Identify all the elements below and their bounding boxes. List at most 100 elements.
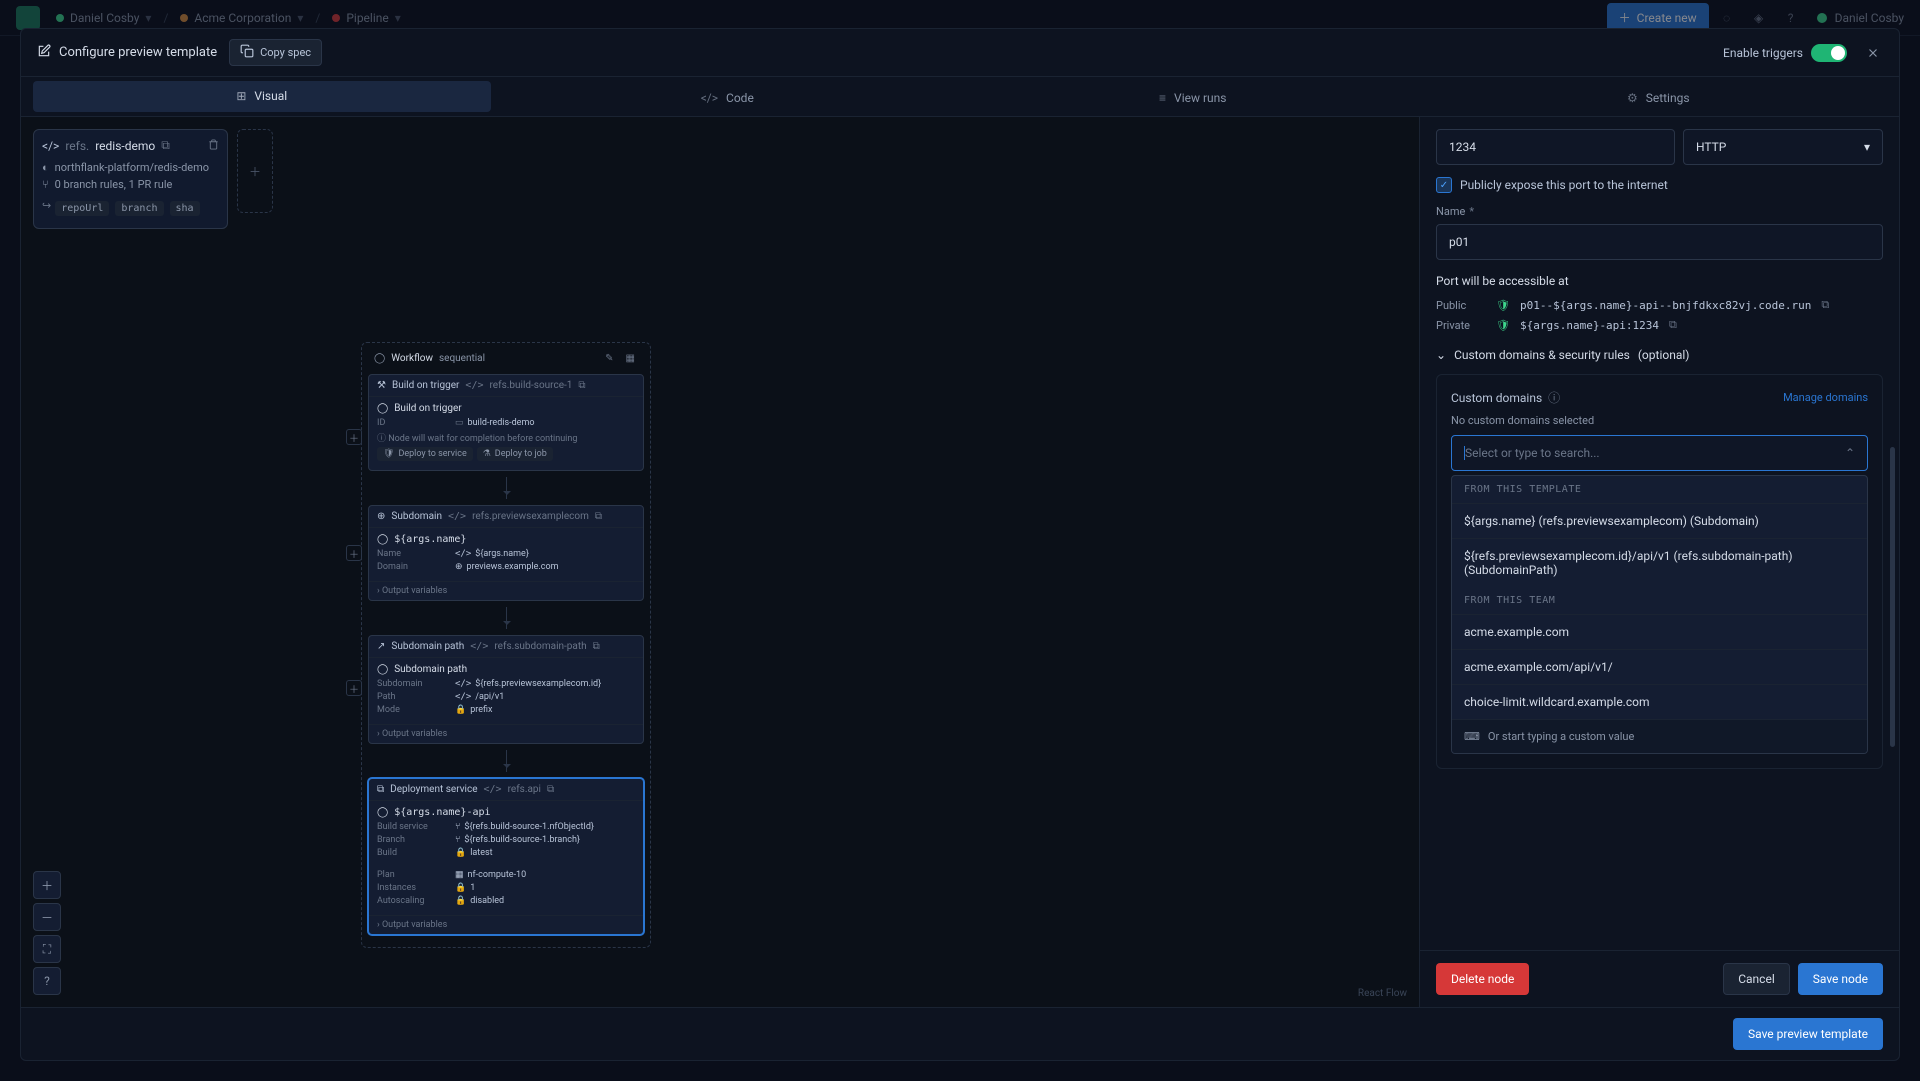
tab-visual[interactable]: ⊞Visual (33, 81, 491, 112)
output-variables-toggle[interactable]: › Output variables (369, 915, 643, 934)
github-icon: ◐ (42, 161, 49, 174)
workflow-node-build[interactable]: ⚒Build on trigger</> refs.build-source-1… (368, 374, 644, 471)
build-icon: ⚒ (377, 380, 386, 391)
tab-settings[interactable]: ⚙Settings (1430, 81, 1888, 116)
copy-icon[interactable]: ⧉ (161, 138, 170, 153)
chevron-down-icon: ▾ (1864, 140, 1870, 154)
enable-triggers-toggle[interactable] (1811, 44, 1847, 62)
user-menu[interactable]: Daniel Cosby (1817, 11, 1904, 25)
workflow-canvas[interactable]: </> refs.redis-demo ⧉ ◐northflank-platfo… (21, 117, 1419, 1007)
dropdown-option[interactable]: choice-limit.wildcard.example.com (1452, 684, 1867, 719)
ref-icon: </> (42, 139, 59, 153)
custom-domains-title: Custom domainsⓘ (1451, 389, 1560, 406)
breadcrumb-org[interactable]: Acme Corporation▾ (172, 7, 311, 29)
dropdown-option[interactable]: ${refs.previewsexamplecom.id}/api/v1 (re… (1452, 538, 1867, 587)
public-url: p01--${args.name}-api--bnjfdkxc82vj.code… (1520, 299, 1811, 312)
output-variables-toggle[interactable]: › Output variables (369, 724, 643, 743)
zoom-out-button[interactable]: － (33, 903, 61, 931)
repo-label: ◐northflank-platform/redis-demo (42, 161, 219, 174)
expose-checkbox[interactable]: ✓ (1436, 177, 1452, 193)
enable-triggers-label: Enable triggers (1723, 46, 1803, 60)
service-icon: ⧉ (377, 784, 384, 795)
add-node-button[interactable]: ＋ (346, 429, 362, 445)
workflow-node-subdomain-path[interactable]: ↗Subdomain path</> refs.subdomain-path ⧉… (368, 635, 644, 744)
dropdown-option[interactable]: acme.example.com (1452, 614, 1867, 649)
copy-public-url-button[interactable]: ⧉ (1821, 298, 1829, 312)
port-number-input[interactable] (1436, 129, 1675, 165)
branch-icon: ⑂ (42, 178, 49, 191)
delete-node-button[interactable]: Delete node (1436, 963, 1529, 995)
node-editor-panel: HTTP▾ ✓ Publicly expose this port to the… (1419, 117, 1899, 1007)
help-icon[interactable]: ⓘ (1548, 389, 1560, 406)
tag-branch: branch (115, 201, 163, 216)
workflow-menu-button[interactable]: ▦ (623, 353, 638, 364)
workflow-node-subdomain[interactable]: ⊕Subdomain</> refs.previewsexamplecom ⧉ … (368, 505, 644, 601)
tab-code[interactable]: </>Code (499, 81, 957, 116)
react-flow-attribution: React Flow (1358, 988, 1407, 999)
breadcrumb-user[interactable]: Daniel Cosby▾ (48, 7, 159, 29)
lock-icon: 🔒 (455, 883, 466, 893)
port-name-input[interactable] (1436, 224, 1883, 260)
chevron-down-icon: ⌄ (1436, 348, 1446, 362)
tag-repourl: repoUrl (55, 201, 109, 216)
delete-source-button[interactable] (208, 139, 219, 153)
save-template-button[interactable]: Save preview template (1733, 1018, 1883, 1050)
source-card[interactable]: </> refs.redis-demo ⧉ ◐northflank-platfo… (33, 129, 228, 229)
flask-icon: ⚗ (483, 449, 491, 459)
workflow-container: ◯ Workflow sequential ✎ ▦ ＋ ⚒Build on tr… (361, 342, 651, 948)
shield-check-icon: 🛡 (1496, 299, 1510, 312)
edit-icon (37, 44, 51, 62)
fit-view-button[interactable]: ⛶ (33, 935, 61, 963)
deploy-job-chip: ⚗Deploy to job (477, 447, 553, 461)
private-url: ${args.name}-api:1234 (1520, 319, 1659, 332)
workflow-node-deployment[interactable]: ⧉Deployment service</> refs.api ⧉ ◯${arg… (368, 778, 644, 935)
workflow-icon: ◯ (374, 353, 385, 364)
name-field-label: Name* (1436, 205, 1883, 218)
public-label: Public (1436, 299, 1486, 312)
app-logo[interactable] (16, 6, 40, 30)
breadcrumb-project[interactable]: Pipeline▾ (324, 7, 408, 29)
add-node-button[interactable]: ＋ (346, 680, 362, 696)
copy-spec-button[interactable]: Copy spec (229, 39, 322, 66)
save-node-button[interactable]: Save node (1798, 963, 1883, 995)
chevron-up-icon: ⌃ (1845, 446, 1855, 460)
dropdown-option[interactable]: acme.example.com/api/v1/ (1452, 649, 1867, 684)
lock-icon: 🔒 (455, 705, 466, 715)
lock-icon: 🔒 (455, 896, 466, 906)
accessible-header: Port will be accessible at (1436, 274, 1883, 288)
keyboard-icon: ⌨ (1464, 730, 1480, 743)
copy-private-url-button[interactable]: ⧉ (1669, 318, 1677, 332)
expose-label: Publicly expose this port to the interne… (1460, 178, 1668, 192)
lock-icon: 🔒 (455, 848, 466, 858)
settings-icon: ⚙ (1627, 91, 1638, 105)
deploy-service-chip: 🛡Deploy to service (377, 447, 473, 461)
manage-domains-link[interactable]: Manage domains (1783, 391, 1868, 404)
add-source-button[interactable]: ＋ (237, 129, 273, 213)
scrollbar[interactable] (1890, 447, 1895, 747)
rules-label: ⑂0 branch rules, 1 PR rule (42, 178, 219, 191)
dropdown-group-team: FROM THIS TEAM (1452, 587, 1867, 614)
chip-icon: ▦ (455, 870, 464, 880)
runs-icon: ≡ (1159, 91, 1166, 105)
help-button[interactable]: ? (33, 967, 61, 995)
add-node-button[interactable]: ＋ (346, 545, 362, 561)
dropdown-custom-hint[interactable]: ⌨Or start typing a custom value (1452, 719, 1867, 753)
output-variables-toggle[interactable]: › Output variables (369, 581, 643, 600)
custom-domains-collapse[interactable]: ⌄ Custom domains & security rules (optio… (1436, 348, 1883, 362)
zoom-in-button[interactable]: ＋ (33, 871, 61, 899)
dropdown-option[interactable]: ${args.name} (refs.previewsexamplecom) (… (1452, 503, 1867, 538)
cancel-button[interactable]: Cancel (1723, 963, 1790, 995)
domain-search-input[interactable]: Select or type to search... ⌃ (1451, 435, 1868, 471)
visual-icon: ⊞ (236, 89, 246, 103)
shield-icon: 🛡 (383, 449, 394, 459)
tag-sha: sha (170, 201, 200, 216)
edit-workflow-button[interactable]: ✎ (602, 353, 616, 364)
globe-icon: ⊕ (377, 511, 385, 522)
private-label: Private (1436, 319, 1486, 332)
close-modal-button[interactable] (1863, 43, 1883, 63)
tab-view-runs[interactable]: ≡View runs (964, 81, 1422, 116)
domain-dropdown: FROM THIS TEMPLATE ${args.name} (refs.pr… (1451, 475, 1868, 754)
protocol-select[interactable]: HTTP▾ (1683, 129, 1883, 165)
path-icon: ↗ (377, 641, 385, 652)
modal-title: Configure preview template (37, 44, 217, 62)
